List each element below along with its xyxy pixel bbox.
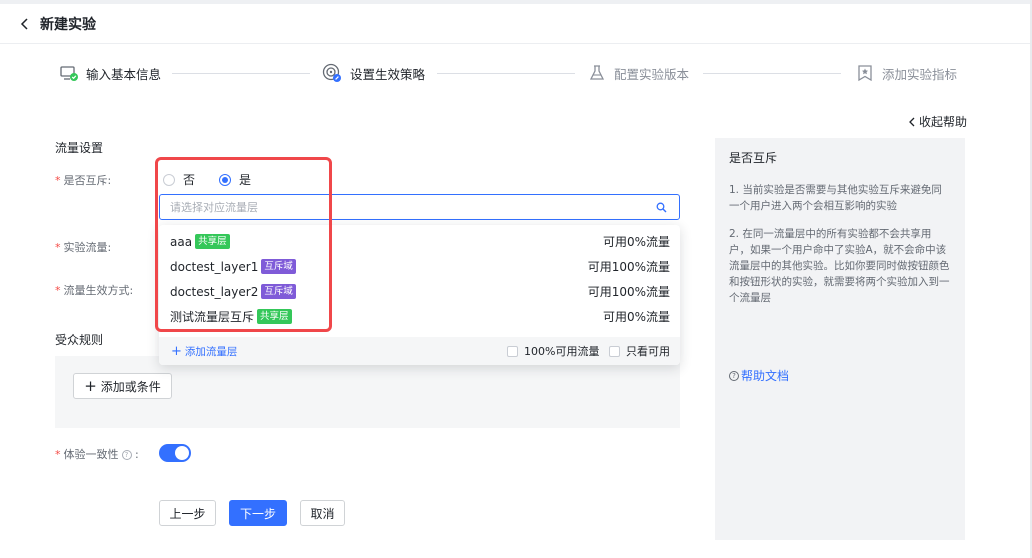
- audience-section-title: 受众规则: [55, 333, 104, 347]
- plus-icon: +: [171, 343, 182, 359]
- bookmark-star-icon: [858, 65, 872, 82]
- experiment-traffic-label: * 实验流量:: [55, 241, 112, 254]
- step-connector: [703, 73, 841, 74]
- mutex-radio-no[interactable]: 否: [163, 171, 195, 188]
- filter-available-checkbox[interactable]: 只看可用: [609, 343, 670, 359]
- next-step-button[interactable]: 下一步: [229, 500, 287, 526]
- step-label: 设置生效策略: [350, 66, 426, 82]
- step-effect-strategy[interactable]: 设置生效策略: [322, 62, 425, 84]
- layer-dropdown: aaa 共享层 可用0%流量 doctest_layer1 互斥域 可用100%…: [159, 225, 680, 365]
- step-basic-info[interactable]: 输入基本信息: [60, 62, 161, 84]
- consistency-toggle[interactable]: [159, 444, 191, 462]
- cancel-button[interactable]: 取消: [300, 500, 345, 526]
- available-traffic: 可用100%流量: [587, 260, 670, 274]
- mutex-radio-group: 否 是: [163, 171, 275, 188]
- help-paragraph: 1. 当前实验是否需要与其他实验互斥来避免同一个用户进入两个会相互影响的实验: [729, 184, 942, 212]
- traffic-effect-label: * 流量生效方式:: [55, 284, 134, 297]
- shared-layer-tag: 共享层: [195, 234, 230, 249]
- help-doc-link[interactable]: ? 帮助文档: [729, 367, 789, 384]
- help-panel: 是否互斥 1. 当前实验是否需要与其他实验互斥来避免同一个用户进入两个会相互影响…: [715, 138, 965, 540]
- layer-option[interactable]: 测试流量层互斥 共享层 可用0%流量: [159, 304, 680, 329]
- step-connector: [172, 73, 310, 74]
- available-traffic: 可用0%流量: [602, 235, 670, 249]
- step-label: 配置实验版本: [614, 66, 690, 82]
- toggle-knob: [175, 446, 189, 460]
- layer-select[interactable]: [159, 194, 680, 220]
- prev-step-button[interactable]: 上一步: [159, 500, 216, 526]
- checkbox-box[interactable]: [507, 345, 518, 357]
- radio-circle[interactable]: [163, 173, 175, 186]
- checkbox-box[interactable]: [609, 345, 620, 357]
- available-traffic: 可用0%流量: [602, 310, 670, 324]
- help-title: 是否互斥: [729, 151, 778, 165]
- layer-option[interactable]: doctest_layer1 互斥域 可用100%流量: [159, 254, 680, 279]
- collapse-help-link[interactable]: 收起帮助: [908, 113, 967, 130]
- chevron-left-icon: [909, 117, 915, 126]
- step-add-metrics[interactable]: 添加实验指标: [856, 62, 957, 84]
- mutex-label: * 是否互斥:: [55, 174, 112, 187]
- traffic-section-title: 流量设置: [55, 141, 104, 155]
- mutex-radio-yes[interactable]: 是: [219, 171, 251, 188]
- consistency-label: * 体验一致性? :: [55, 448, 139, 461]
- step-configure-version[interactable]: 配置实验版本: [588, 62, 689, 84]
- step-label: 输入基本信息: [86, 66, 162, 82]
- help-paragraph: 2. 在同一流量层中的所有实验都不会共享用户，如果一个用户命中了实验A，就不会命…: [729, 228, 950, 304]
- step-connector: [437, 73, 575, 74]
- page-header: 新建实验: [0, 4, 1030, 44]
- filter-full-traffic-checkbox[interactable]: 100%可用流量: [507, 343, 599, 359]
- layer-option[interactable]: doctest_layer2 互斥域 可用100%流量: [159, 279, 680, 304]
- step-label: 添加实验指标: [882, 66, 958, 82]
- back-arrow-icon[interactable]: [18, 17, 32, 31]
- target-icon: [322, 63, 341, 82]
- add-layer-button[interactable]: + 添加流量层: [171, 344, 237, 359]
- question-icon: ?: [729, 370, 739, 381]
- page-title: 新建实验: [40, 17, 96, 33]
- exclusive-domain-tag: 互斥域: [261, 259, 296, 274]
- shared-layer-tag: 共享层: [257, 309, 292, 324]
- radio-circle[interactable]: [219, 173, 232, 186]
- add-or-condition-button[interactable]: + 添加或条件: [73, 373, 172, 399]
- flask-icon: [589, 65, 605, 80]
- step-indicator: 输入基本信息 设置生效策略 配置实验版本 添加实验指标: [0, 62, 1030, 88]
- dropdown-footer: + 添加流量层 100%可用流量 只看可用: [159, 337, 680, 365]
- layer-search-input[interactable]: [170, 200, 640, 214]
- available-traffic: 可用100%流量: [587, 285, 670, 299]
- exclusive-domain-tag: 互斥域: [261, 284, 296, 299]
- monitor-check-icon: [60, 66, 78, 81]
- collapse-help-label: 收起帮助: [919, 115, 968, 129]
- search-icon: [656, 202, 667, 213]
- plus-icon: +: [84, 377, 97, 395]
- question-icon[interactable]: ?: [121, 450, 132, 460]
- layer-option[interactable]: aaa 共享层 可用0%流量: [159, 229, 680, 254]
